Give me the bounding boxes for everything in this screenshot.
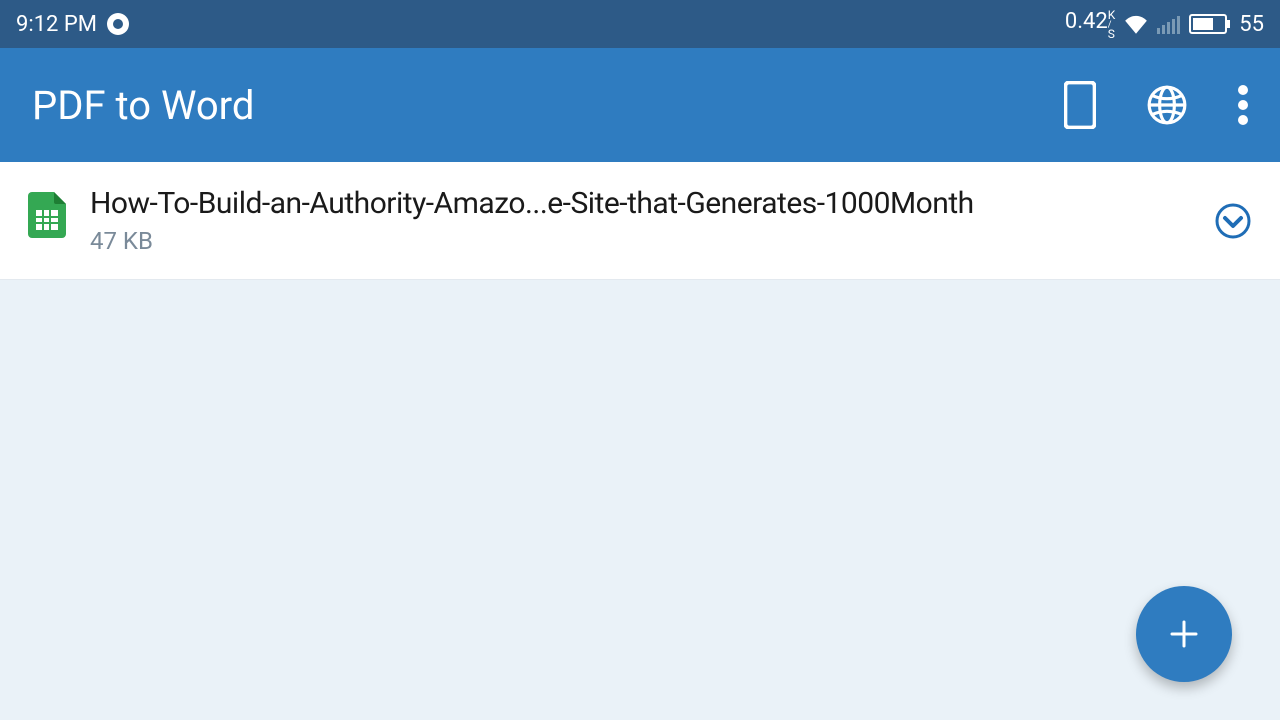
status-right: 0.42 K / S	[1065, 9, 1264, 40]
battery-icon	[1189, 14, 1231, 34]
status-bar: 9:12 PM 0.42 K / S	[0, 0, 1280, 48]
add-fab[interactable]	[1136, 586, 1232, 682]
battery-percent: 55	[1239, 12, 1264, 37]
status-time: 9:12 PM	[16, 12, 97, 37]
expand-row-button[interactable]	[1214, 202, 1252, 240]
spreadsheet-file-icon	[28, 192, 66, 238]
device-icon[interactable]	[1064, 81, 1096, 129]
network-speed: 0.42 K / S	[1065, 9, 1115, 40]
speed-value: 0.42	[1065, 9, 1108, 34]
status-left: 9:12 PM	[16, 12, 129, 37]
plus-icon	[1164, 614, 1204, 654]
app-bar: PDF to Word	[0, 48, 1280, 162]
app-title: PDF to Word	[32, 82, 254, 129]
signal-icon	[1157, 14, 1181, 34]
app-actions	[1064, 81, 1248, 129]
chrome-icon	[107, 13, 129, 35]
speed-unit: K / S	[1108, 9, 1116, 40]
file-size: 47 KB	[90, 227, 1190, 255]
file-row[interactable]: How-To-Build-an-Authority-Amazo...e-Site…	[0, 162, 1280, 279]
file-list: How-To-Build-an-Authority-Amazo...e-Site…	[0, 162, 1280, 280]
more-menu-icon[interactable]	[1238, 85, 1248, 125]
wifi-icon	[1123, 14, 1149, 34]
file-info: How-To-Build-an-Authority-Amazo...e-Site…	[90, 186, 1190, 255]
globe-icon[interactable]	[1146, 84, 1188, 126]
file-name: How-To-Build-an-Authority-Amazo...e-Site…	[90, 186, 1190, 221]
